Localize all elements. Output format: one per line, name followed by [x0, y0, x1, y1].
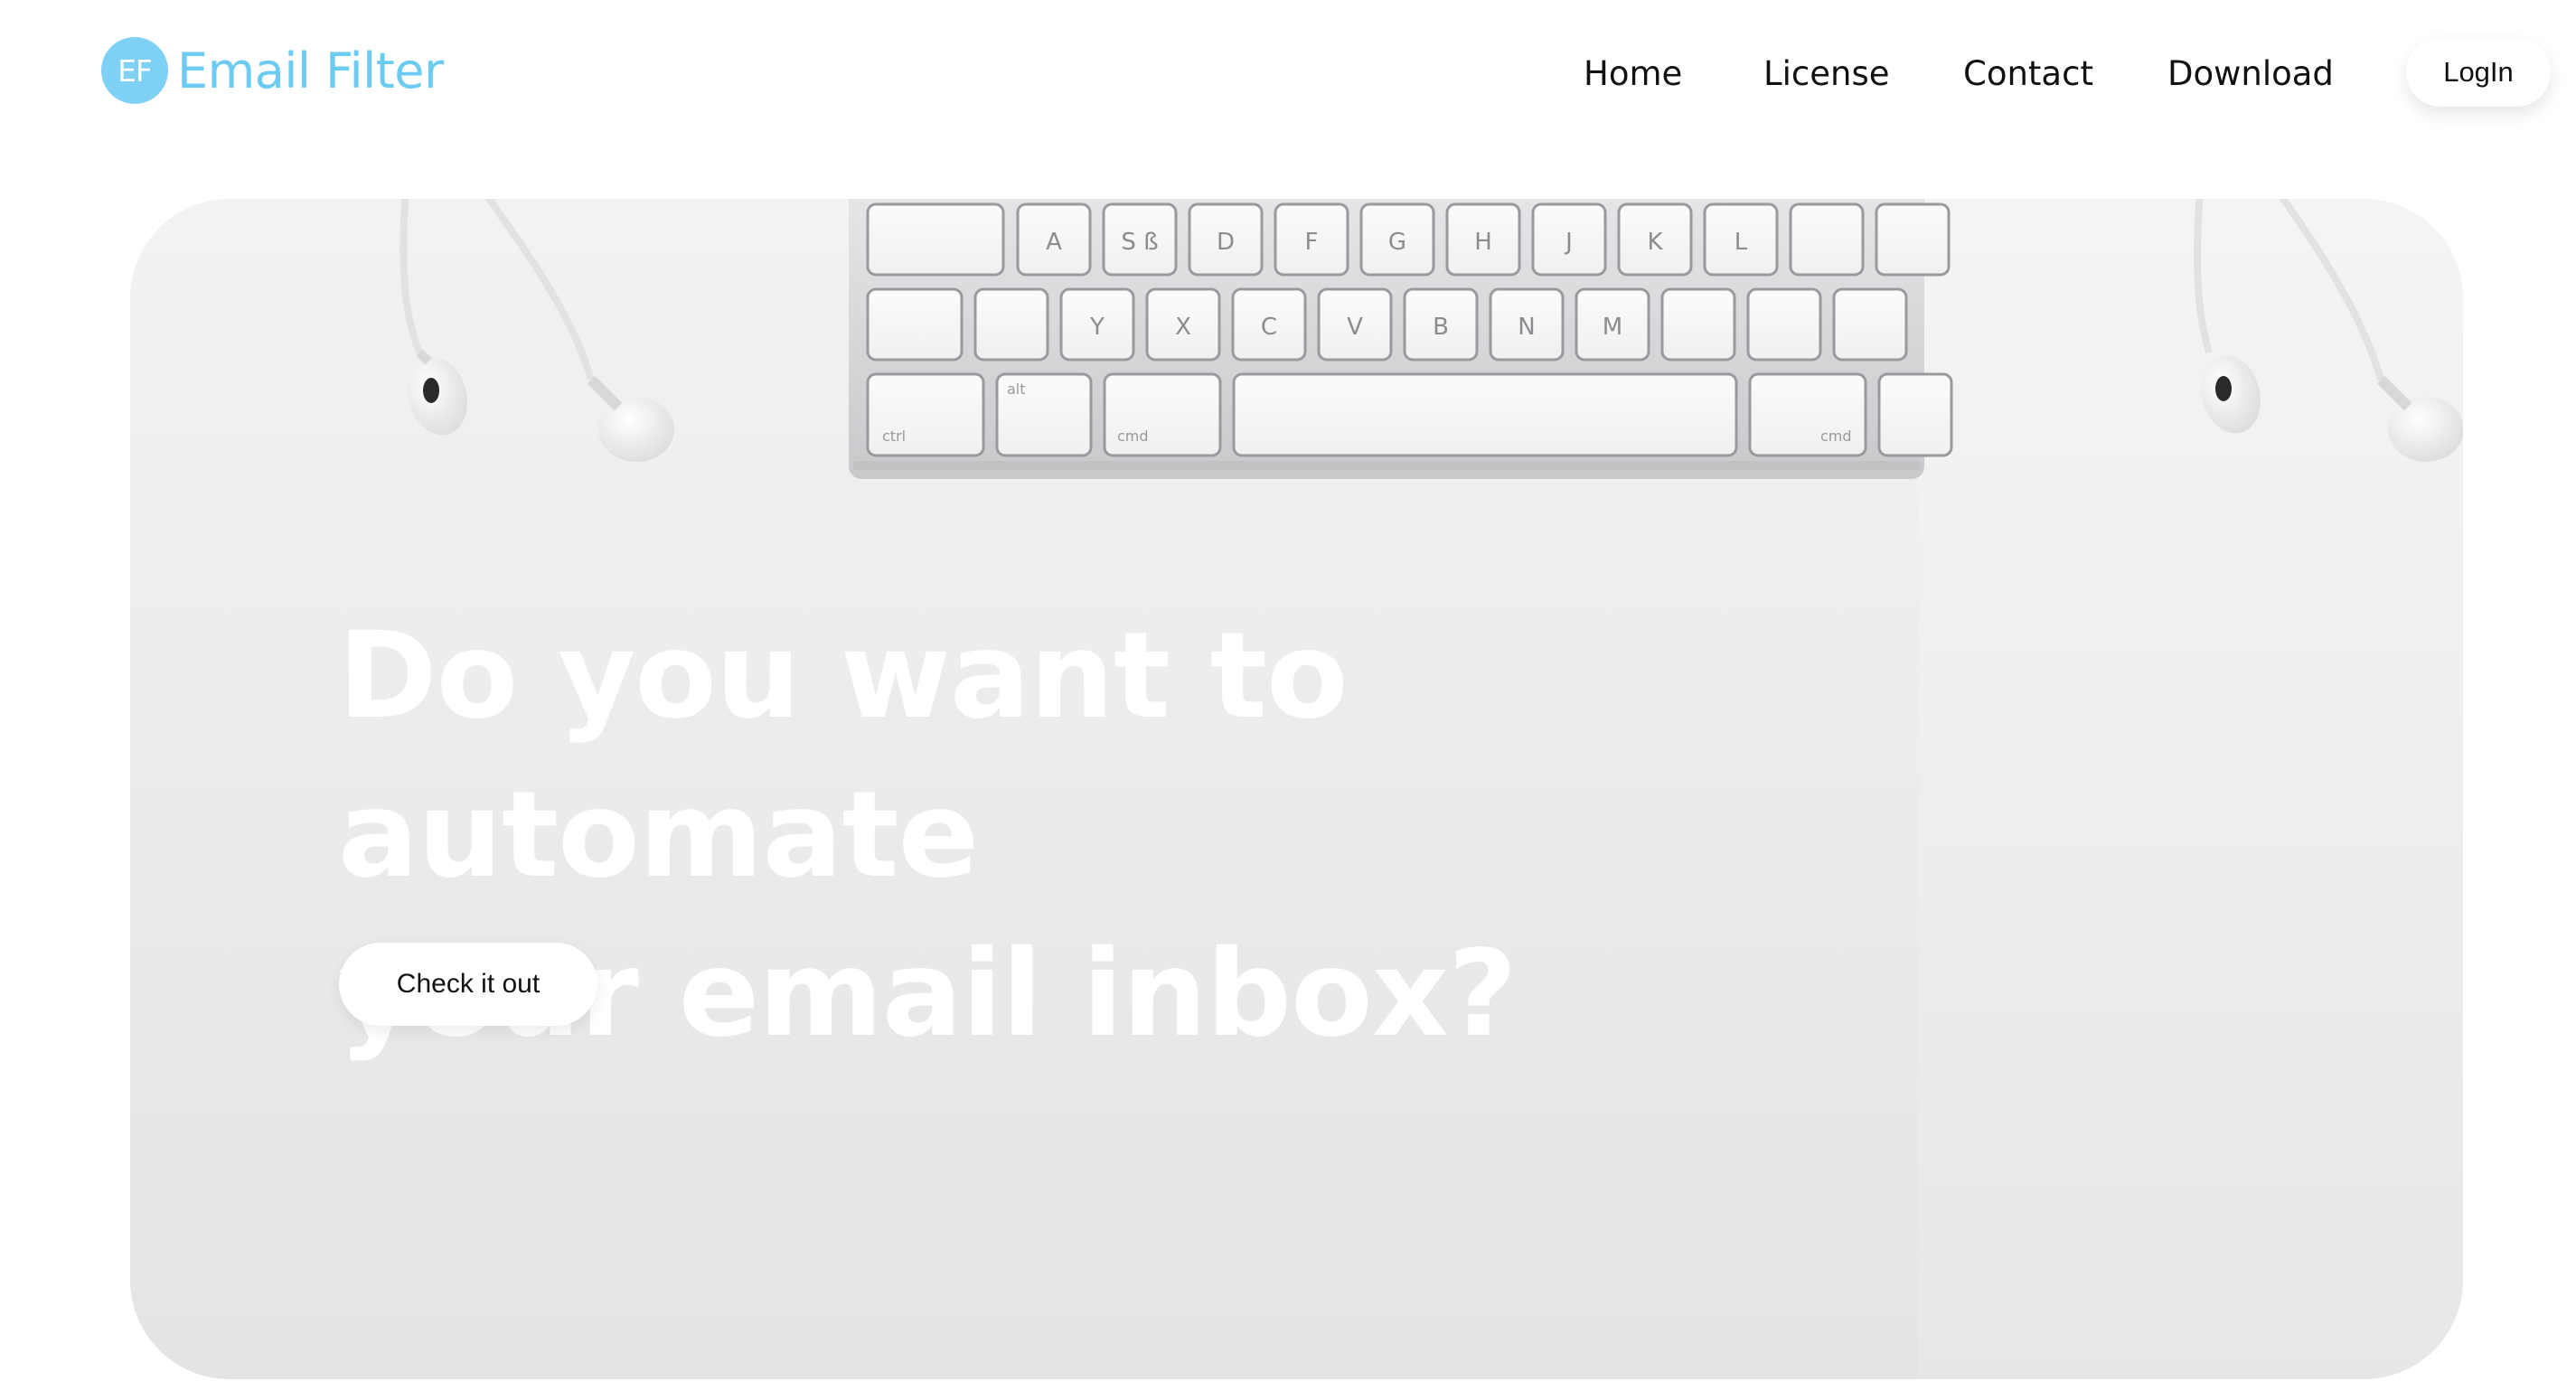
svg-text:D: D — [1217, 229, 1235, 256]
nav-download[interactable]: Download — [2167, 47, 2334, 101]
svg-text:J: J — [1564, 229, 1573, 256]
svg-text:ctrl: ctrl — [882, 427, 906, 445]
svg-text:G: G — [1388, 229, 1406, 256]
svg-text:cmd: cmd — [1117, 427, 1149, 445]
brand-logo[interactable]: EF Email Filter — [101, 36, 444, 105]
svg-text:alt: alt — [1007, 380, 1026, 398]
hero-section: A S ß D F G H J K L Y X C V B N M ctrl c… — [130, 199, 2463, 1379]
svg-text:Y: Y — [1089, 314, 1105, 341]
svg-text:C: C — [1261, 314, 1277, 341]
site-header: EF Email Filter Home License Contact Dow… — [0, 0, 2576, 154]
hero-headline-line-1: Do you want to automate — [338, 606, 1349, 905]
svg-text:S ß: S ß — [1121, 229, 1158, 256]
svg-text:V: V — [1347, 314, 1363, 341]
svg-text:K: K — [1647, 229, 1663, 256]
svg-text:M: M — [1603, 314, 1622, 341]
check-it-out-button[interactable]: Check it out — [339, 943, 597, 1026]
nav-contact[interactable]: Contact — [1963, 47, 2093, 101]
svg-text:cmd: cmd — [1820, 427, 1852, 445]
svg-text:N: N — [1518, 314, 1535, 341]
svg-text:H: H — [1474, 229, 1492, 256]
svg-text:A: A — [1046, 229, 1062, 256]
svg-text:B: B — [1433, 314, 1449, 341]
nav-home[interactable]: Home — [1584, 47, 1682, 101]
nav-license[interactable]: License — [1763, 47, 1890, 101]
login-button[interactable]: LogIn — [2406, 38, 2551, 107]
earphones-right-image — [2194, 199, 2463, 462]
svg-text:F: F — [1305, 229, 1319, 256]
svg-text:X: X — [1175, 314, 1191, 341]
earphones-left-image — [400, 199, 674, 462]
keyboard-image: A S ß D F G H J K L Y X C V B N M ctrl c… — [849, 199, 1953, 479]
brand-name: Email Filter — [177, 42, 444, 99]
logo-badge-icon: EF — [101, 37, 168, 104]
svg-text:L: L — [1735, 229, 1748, 256]
